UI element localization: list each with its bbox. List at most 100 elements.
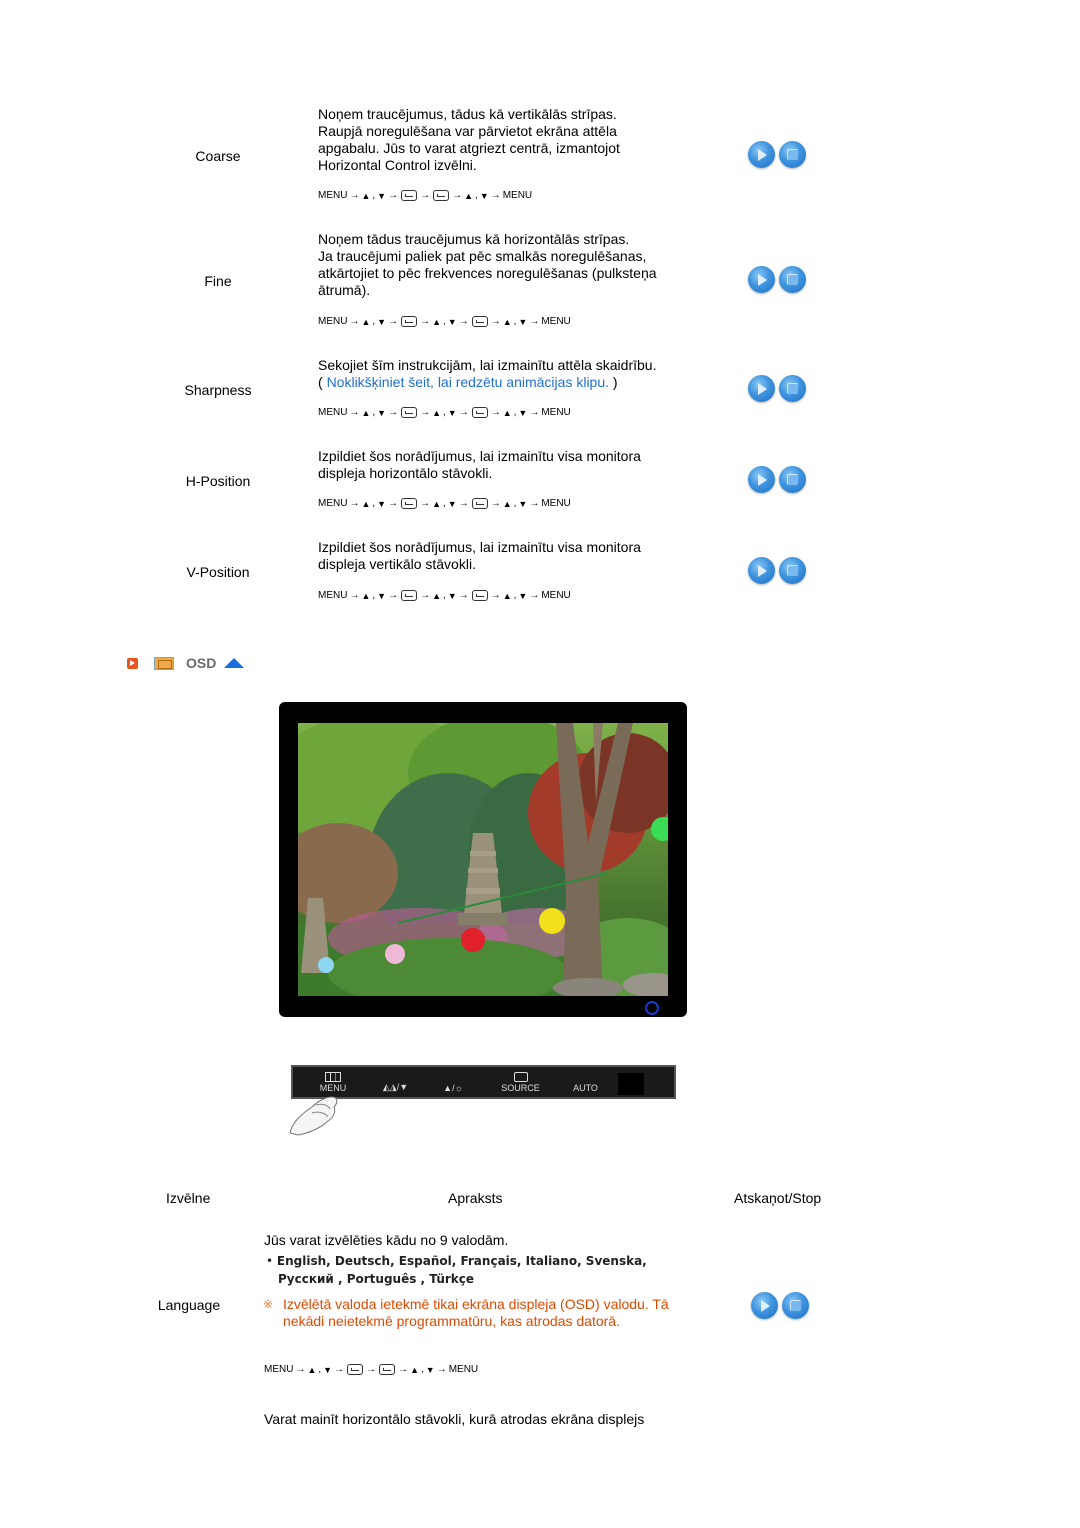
enter-key-icon	[401, 316, 418, 327]
enter-key-icon	[471, 498, 488, 509]
animation-clip-link[interactable]: Noklikšķiniet šeit, lai redzētu animācij…	[327, 374, 609, 390]
description-line: atkārtojiet to pēc frekvences noregulēša…	[318, 265, 657, 281]
stop-button[interactable]	[782, 1292, 809, 1319]
stop-button[interactable]	[779, 466, 806, 493]
arrow-separator: →	[420, 590, 431, 601]
up-arrow-key-icon: ▲	[361, 316, 371, 327]
down-arrow-key-icon: ▼	[479, 190, 489, 201]
pointing-hand-icon	[289, 1096, 338, 1136]
up-arrow-key-icon: ▲	[361, 590, 371, 601]
arrow-separator: →	[349, 407, 360, 418]
stop-button[interactable]	[779, 266, 806, 293]
row-label-sharpness: Sharpness	[184, 382, 252, 398]
down-arrow-key-icon: ▼	[323, 1364, 333, 1375]
arrow-separator: →	[458, 407, 469, 418]
arrow-separator: →	[490, 190, 501, 201]
play-stop-controls	[748, 466, 806, 493]
col-header-description: Apraksts	[448, 1190, 503, 1206]
play-button[interactable]	[748, 266, 775, 293]
bullet: •	[266, 1254, 277, 1268]
play-button[interactable]	[748, 557, 775, 584]
menu-key-label: MENU	[318, 407, 348, 418]
menu-key-label: MENU	[502, 190, 533, 201]
separator: ,	[513, 407, 517, 418]
row-label-coarse: Coarse	[195, 148, 241, 164]
paren-open: (	[318, 374, 327, 390]
arrow-separator: →	[490, 316, 501, 327]
enter-key-icon	[347, 1364, 364, 1375]
row-label-language: Language	[157, 1297, 221, 1313]
separator: ,	[443, 407, 446, 418]
up-arrow-key-icon: ▲	[502, 498, 512, 509]
panel-up-brightness-button[interactable]: ▲/☼	[418, 1083, 488, 1097]
menu-key-label: MENU	[264, 1364, 294, 1375]
arrow-separator: →	[349, 316, 360, 327]
arrow-separator: →	[420, 190, 431, 201]
up-arrow-key-icon: ▲	[502, 316, 512, 327]
garden-photo	[298, 723, 668, 996]
play-stop-controls	[748, 557, 806, 584]
down-arrow-key-icon: ▼	[377, 498, 387, 509]
key-sequence: MENU → ▲, ▼ → → ▲, ▼ → → ▲, ▼ → MENU	[318, 407, 571, 418]
down-arrow-key-icon: ▼	[518, 590, 528, 601]
separator: ,	[443, 498, 446, 509]
play-button[interactable]	[748, 375, 775, 402]
arrow-separator: →	[452, 190, 463, 201]
language-key-sequence: MENU → ▲, ▼ → → → ▲, ▼ → MENU	[264, 1364, 478, 1375]
arrow-separator: →	[398, 1364, 409, 1375]
key-sequence: MENU → ▲, ▼ → → ▲, ▼ → → ▲, ▼ → MENU	[318, 316, 571, 327]
separator: ,	[372, 407, 376, 418]
stop-button[interactable]	[779, 141, 806, 168]
separator: ,	[475, 190, 478, 201]
arrow-separator: →	[388, 498, 399, 509]
arrow-separator: →	[388, 590, 399, 601]
description-line: Horizontal Control izvēlni.	[318, 157, 477, 173]
menu-key-label: MENU	[318, 316, 348, 327]
language-note: ※ Izvēlētā valoda ietekmē tikai ekrāna d…	[263, 1296, 669, 1329]
play-square-icon[interactable]	[127, 657, 138, 669]
menu-key-label: MENU	[318, 190, 348, 201]
panel-auto-button[interactable]: AUTO	[553, 1083, 618, 1097]
row-label-h-position: H-Position	[185, 473, 251, 489]
panel-power-area	[618, 1073, 644, 1095]
separator: ,	[513, 498, 517, 509]
stop-button[interactable]	[779, 375, 806, 402]
enter-key-icon	[401, 190, 418, 201]
down-arrow-key-icon: ▼	[447, 590, 457, 601]
note-mark-icon: ※	[263, 1297, 274, 1311]
down-arrow-key-icon: ▼	[518, 407, 528, 418]
arrow-separator: →	[420, 407, 431, 418]
menu-key-label: MENU	[541, 316, 571, 327]
play-button[interactable]	[748, 141, 775, 168]
arrow-separator: →	[458, 498, 469, 509]
separator: ,	[372, 316, 376, 327]
up-arrow-icon[interactable]	[224, 658, 245, 668]
play-button[interactable]	[751, 1292, 778, 1319]
row-description: Sekojiet šīm instrukcijām, lai izmainītu…	[318, 357, 718, 391]
power-indicator-icon	[645, 1001, 659, 1015]
arrow-separator: →	[334, 1364, 345, 1375]
menu-key-label: MENU	[318, 498, 348, 509]
arrow-separator: →	[458, 590, 469, 601]
panel-brightness-down-button[interactable]: ◭◮/▼	[373, 1082, 418, 1097]
arrow-separator: →	[490, 590, 501, 601]
monitor-control-panel: MENU ◭◮/▼ ▲/☼ SOURCE AUTO	[291, 1065, 676, 1099]
stop-button[interactable]	[779, 557, 806, 584]
play-button[interactable]	[748, 466, 775, 493]
monitor-illustration	[279, 702, 687, 1017]
arrow-separator: →	[349, 498, 360, 509]
row-label-fine: Fine	[204, 273, 232, 289]
osd-title: OSD	[186, 655, 217, 671]
arrow-separator: →	[295, 1364, 306, 1375]
arrow-separator: →	[388, 190, 399, 201]
separator: ,	[421, 1364, 424, 1375]
arrow-separator: →	[388, 407, 399, 418]
key-sequence: MENU → ▲, ▼ → → ▲, ▼ → → ▲, ▼ → MENU	[318, 498, 571, 509]
col-header-menu: Izvēlne	[166, 1190, 211, 1206]
up-arrow-key-icon: ▲	[410, 1364, 419, 1375]
description-line: Izpildiet šos norādījumus, lai izmainītu…	[318, 539, 641, 555]
description-line: Noņem traucējumus, tādus kā vertikālās s…	[318, 106, 617, 122]
panel-source-button[interactable]: SOURCE	[488, 1072, 553, 1097]
row-label-v-position: V-Position	[186, 564, 250, 580]
up-arrow-key-icon: ▲	[361, 190, 371, 201]
